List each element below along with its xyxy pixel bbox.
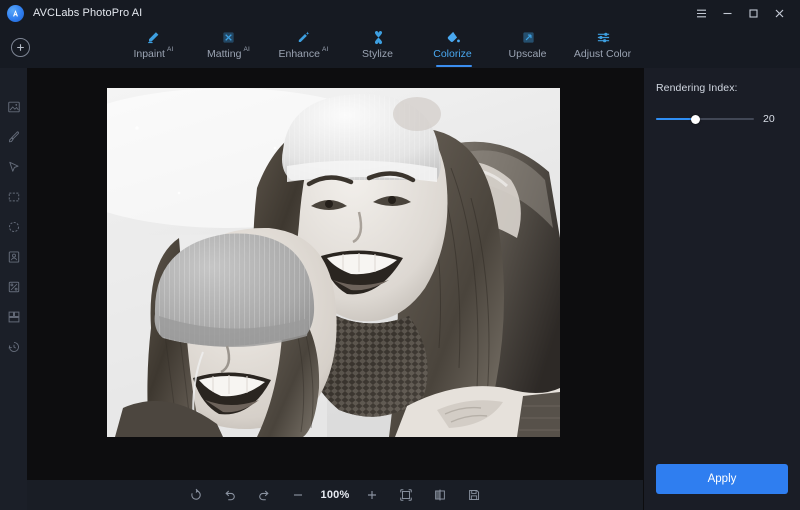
- tab-text: Stylize: [362, 48, 393, 60]
- settings-panel: Rendering Index: 20 Apply: [643, 68, 800, 510]
- inpaint-icon: [146, 28, 161, 47]
- tab-underline: [511, 65, 547, 67]
- reset-circle-icon[interactable]: [179, 480, 213, 510]
- undo-arrow-icon[interactable]: [213, 480, 247, 510]
- tab-label: Colorize: [433, 49, 474, 60]
- plus-circle-icon[interactable]: [10, 37, 30, 57]
- brush-icon[interactable]: [5, 128, 23, 146]
- tab-text: Adjust Color: [573, 48, 632, 60]
- ai-badge: AI: [243, 46, 250, 53]
- redo-arrow-icon[interactable]: [247, 480, 281, 510]
- portrait-icon[interactable]: [5, 248, 23, 266]
- tab-text: Enhance: [278, 48, 320, 60]
- crop-image-icon[interactable]: [5, 98, 23, 116]
- tab-text: Inpaint: [133, 48, 165, 60]
- window-controls: [688, 0, 792, 26]
- ai-badge: AI: [321, 46, 329, 53]
- tab-underline: [435, 65, 472, 67]
- add-image-button-wrap: [0, 26, 40, 68]
- tab-underline: [286, 65, 322, 67]
- title-bar: AVCLabs PhotoPro AI: [0, 0, 800, 26]
- stylize-icon: [371, 28, 386, 47]
- tab-text: Colorize: [433, 48, 472, 60]
- tab-stylize[interactable]: Stylize: [341, 26, 416, 68]
- tab-label: Inpaint AI: [133, 46, 174, 60]
- matting-icon: [221, 28, 236, 47]
- tab-underline: [211, 65, 247, 67]
- effects-icon[interactable]: [5, 278, 23, 296]
- canvas-bottom-bar: 100%: [27, 480, 643, 510]
- tab-enhance[interactable]: Enhance AI: [266, 26, 341, 68]
- tab-label: Adjust Color: [574, 49, 633, 60]
- slider-thumb[interactable]: [690, 114, 700, 124]
- upscale-icon: [521, 28, 536, 47]
- photo-preview[interactable]: [107, 88, 560, 437]
- slider-track-fill: [656, 118, 696, 120]
- tab-underline: [136, 65, 172, 67]
- minimize-icon[interactable]: [714, 0, 740, 26]
- tab-label: Stylize: [362, 49, 395, 60]
- rendering-index-label: Rendering Index:: [656, 82, 738, 94]
- adjust-color-icon: [596, 28, 611, 47]
- enhance-icon: [296, 28, 311, 47]
- tab-text: Matting: [207, 48, 242, 60]
- fit-frame-icon[interactable]: [389, 480, 423, 510]
- plus-icon[interactable]: [355, 480, 389, 510]
- tab-matting[interactable]: Matting AI: [191, 26, 266, 68]
- rendering-index-row: 20: [656, 112, 788, 126]
- compare-split-icon[interactable]: [423, 480, 457, 510]
- tab-label: Enhance AI: [278, 46, 329, 60]
- tab-underline: [586, 65, 622, 67]
- maximize-icon[interactable]: [740, 0, 766, 26]
- photo-image: [107, 88, 560, 437]
- colorize-icon: [446, 28, 461, 47]
- floppy-save-icon[interactable]: [457, 480, 491, 510]
- main-body: 100% Rendering Index: 20 Apply: [0, 68, 800, 510]
- feature-tabs: Inpaint AI Matting AI Enhance AI Stylize…: [116, 26, 641, 68]
- rendering-index-slider[interactable]: [656, 112, 754, 126]
- tab-text: Upscale: [508, 48, 547, 60]
- tab-underline: [361, 65, 397, 67]
- app-title: AVCLabs PhotoPro AI: [33, 7, 143, 19]
- main-toolbar: Inpaint AI Matting AI Enhance AI Stylize…: [0, 26, 800, 68]
- history-clock-icon[interactable]: [5, 338, 23, 356]
- rendering-index-value: 20: [763, 113, 775, 125]
- rectangle-marquee-icon[interactable]: [5, 188, 23, 206]
- ellipse-marquee-icon[interactable]: [5, 218, 23, 236]
- cursor-arrow-icon[interactable]: [5, 158, 23, 176]
- tab-inpaint[interactable]: Inpaint AI: [116, 26, 191, 68]
- application-window: AVCLabs PhotoPro AI Inpaint AI Matting A…: [0, 0, 800, 510]
- tab-label: Upscale: [509, 49, 549, 60]
- layers-icon[interactable]: [5, 308, 23, 326]
- tab-upscale[interactable]: Upscale: [491, 26, 566, 68]
- apply-button[interactable]: Apply: [656, 464, 788, 494]
- tab-adjust-color[interactable]: Adjust Color: [566, 26, 641, 68]
- ai-badge: AI: [166, 46, 174, 53]
- tab-label: Matting AI: [207, 46, 250, 60]
- avclabs-logo-icon: [7, 4, 24, 22]
- minus-icon[interactable]: [281, 480, 315, 510]
- left-tool-rail: [0, 68, 27, 510]
- close-icon[interactable]: [766, 0, 792, 26]
- zoom-level-value: 100%: [320, 489, 350, 501]
- image-canvas[interactable]: 100%: [27, 68, 643, 510]
- hamburger-menu-icon[interactable]: [688, 0, 714, 26]
- tab-colorize[interactable]: Colorize: [416, 26, 491, 68]
